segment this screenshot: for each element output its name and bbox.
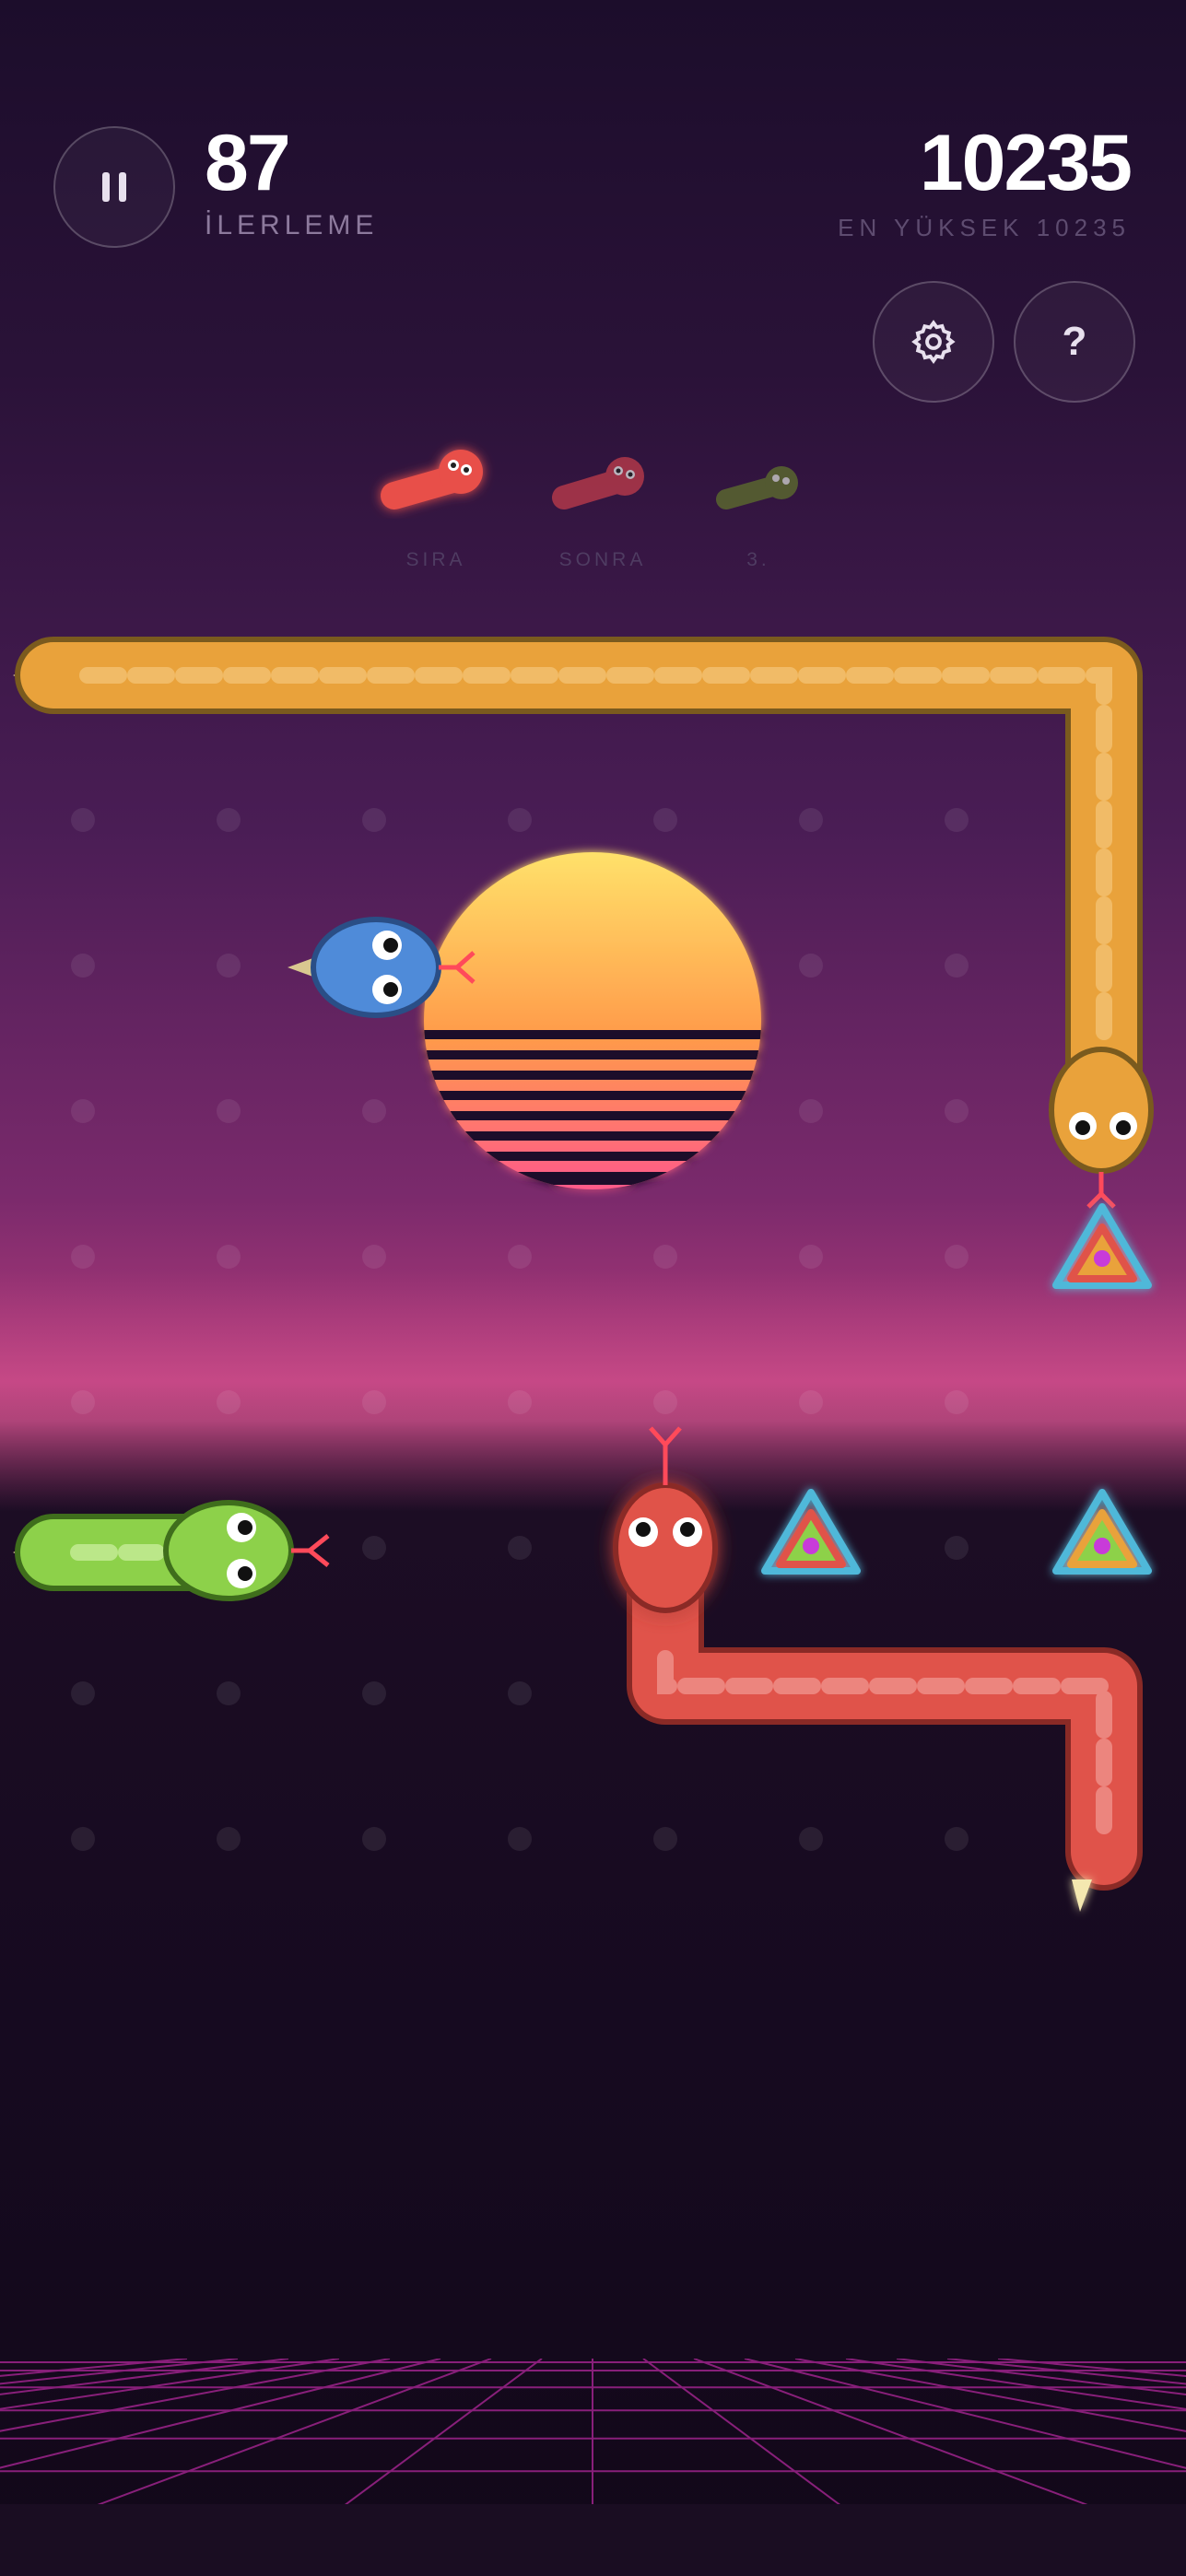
grid-dot — [799, 1390, 823, 1414]
grid-dot — [71, 954, 95, 978]
grid-dot — [71, 1390, 95, 1414]
grid-dot — [217, 1390, 241, 1414]
grid-dot — [217, 1099, 241, 1123]
floor-line — [0, 2359, 239, 2385]
grid-dot — [71, 1099, 95, 1123]
grid-dot — [653, 1827, 677, 1851]
orange-snake-head — [1049, 1047, 1154, 1174]
horizon-glow — [0, 1271, 1186, 1520]
grid-dot — [362, 1681, 386, 1705]
grid-dot — [71, 1827, 95, 1851]
grid-dot — [945, 1827, 969, 1851]
grid-dot — [217, 1681, 241, 1705]
green-snake-head — [163, 1500, 294, 1601]
grid-dot — [217, 1245, 241, 1269]
grid-dot — [799, 954, 823, 978]
grid-dot — [71, 1681, 95, 1705]
game-board[interactable] — [0, 0, 1186, 2576]
red-snake-head — [613, 1482, 718, 1613]
grid-dot — [653, 1245, 677, 1269]
synthwave-sun — [424, 852, 761, 1189]
grid-dot — [653, 1390, 677, 1414]
grid-dot — [945, 1099, 969, 1123]
green-tongue — [291, 1534, 330, 1567]
grid-dot — [945, 808, 969, 832]
floor-line — [845, 2359, 1186, 2410]
grid-dot — [508, 1681, 532, 1705]
grid-dot — [362, 1536, 386, 1560]
grid-dot — [945, 954, 969, 978]
floor-line — [693, 2359, 1091, 2507]
grid-dot — [217, 808, 241, 832]
grid-dot — [945, 1536, 969, 1560]
grid-dot — [362, 1827, 386, 1851]
grid-dot — [362, 808, 386, 832]
grid-dot — [653, 808, 677, 832]
grid-dot — [945, 1390, 969, 1414]
grid-dot — [217, 1827, 241, 1851]
grid-dot — [799, 1827, 823, 1851]
blue-snake-head — [311, 917, 441, 1018]
grid-dot — [508, 1536, 532, 1560]
grid-dot — [508, 1245, 532, 1269]
grid-dot — [362, 1099, 386, 1123]
grid-dot — [508, 1827, 532, 1851]
grid-dot — [362, 1245, 386, 1269]
floor-line — [343, 2359, 543, 2507]
bottom-strip — [0, 2504, 1186, 2576]
floor-line — [94, 2359, 492, 2507]
grid-dot — [508, 1390, 532, 1414]
orange-tongue — [1086, 1172, 1116, 1209]
floor-line — [642, 2359, 842, 2507]
grid-dot — [71, 808, 95, 832]
grid-dot — [71, 1245, 95, 1269]
grid-dot — [799, 1245, 823, 1269]
red-tail-tip — [1072, 1879, 1092, 1912]
floor-line — [946, 2359, 1186, 2385]
grid-dot — [945, 1245, 969, 1269]
grid-dot — [362, 1390, 386, 1414]
grid-dot — [799, 808, 823, 832]
floor-line — [0, 2359, 340, 2410]
synthwave-floor — [0, 2359, 1186, 2507]
grid-dot — [508, 808, 532, 832]
triangle-gem[interactable] — [1052, 1203, 1152, 1289]
grid-dot — [217, 954, 241, 978]
grid-dot — [799, 1099, 823, 1123]
